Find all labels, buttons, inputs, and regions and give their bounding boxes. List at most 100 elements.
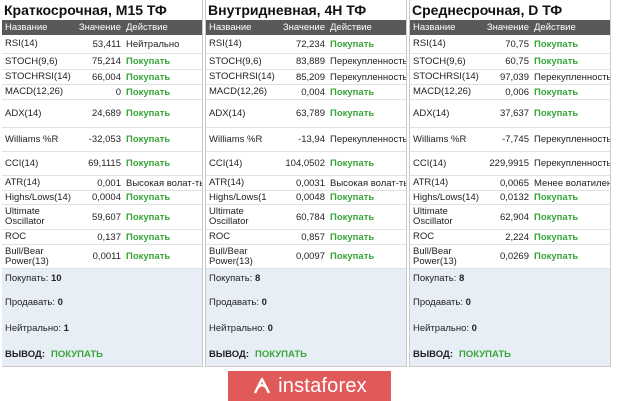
indicator-action: Покупать <box>330 38 375 50</box>
indicator-value: 0,857 <box>301 231 325 243</box>
indicator-action: Перекупленность <box>330 134 406 145</box>
indicator-name: MACD(12,26) <box>413 87 472 97</box>
summary-neutral: Нейтрально: 1 <box>5 323 69 334</box>
summary-verdict: ВЫВОД: ПОКУПАТЬ <box>209 349 307 360</box>
indicator-name: ATR(14) <box>209 178 245 188</box>
summary-buy: Покупать: 8 <box>209 273 261 284</box>
table-row: STOCH(9,6) 75,214 Покупать <box>2 54 202 70</box>
indicator-name: Highs/Lows(14) <box>5 192 71 203</box>
indicator-action: Покупать <box>126 251 171 262</box>
indicator-name: Highs/Lows(14) <box>413 192 479 203</box>
indicator-value: 60,75 <box>505 56 529 67</box>
header-value: Значение <box>486 22 529 33</box>
table-row: STOCHRSI(14) 66,004 Покупать <box>2 70 202 85</box>
indicator-value: 2,224 <box>505 231 529 243</box>
indicator-action: Покупать <box>534 211 579 223</box>
table-header: Название Значение Действие <box>410 20 610 35</box>
summary-buy: Покупать: 8 <box>413 273 465 284</box>
indicator-name: Bull/Bear Power(13) <box>5 246 49 267</box>
header-value: Значение <box>282 22 325 33</box>
indicator-name: STOCH(9,6) <box>5 56 58 67</box>
indicator-value: 62,904 <box>499 211 529 223</box>
indicator-value: 53,411 <box>92 38 121 50</box>
table-row: RSI(14) 53,411 Нейтрально <box>2 35 202 54</box>
indicator-rows: RSI(14) 70,75 Покупать STOCH(9,6) 60,75 Покуп… <box>410 35 610 269</box>
indicator-action: Перекупленность <box>330 71 406 83</box>
header-name: Название <box>209 22 252 33</box>
panel-d: Среднесрочная, D ТФ Название Значение Де… <box>409 0 611 367</box>
table-row: ATR(14) 0,0031 Высокая волат-ть <box>206 176 406 191</box>
table-row: MACD(12,26) 0,004 Покупать <box>206 85 406 100</box>
indicator-name: CCI(14) <box>5 158 39 169</box>
table-row: Highs/Lows(14) 0,0004 Покупать <box>2 191 202 205</box>
table-row: Bull/Bear Power(13) 0,0011 Покупать <box>2 245 202 269</box>
indicator-name: Ultimate Oscillator <box>413 207 453 227</box>
indicator-value: 24,689 <box>91 108 121 119</box>
indicator-name: ADX(14) <box>209 108 246 119</box>
header-value: Значение <box>78 22 121 33</box>
indicator-action: Покупать <box>330 211 375 223</box>
indicator-name: ATR(14) <box>5 178 41 188</box>
indicator-value: 0,0269 <box>499 251 529 262</box>
indicator-value: 83,889 <box>295 56 325 67</box>
indicator-value: 0,137 <box>97 231 121 243</box>
indicator-action: Покупать <box>126 56 171 67</box>
panel-title: Среднесрочная, D ТФ <box>412 2 563 18</box>
indicator-action: Покупать <box>330 108 375 119</box>
indicator-value: 63,789 <box>295 108 325 119</box>
indicator-name: Highs/Lows(1 <box>209 192 267 203</box>
indicator-value: 97,039 <box>499 71 529 83</box>
indicator-name: MACD(12,26) <box>5 87 64 97</box>
table-row: RSI(14) 70,75 Покупать <box>410 35 610 54</box>
indicator-value: 0,0132 <box>499 192 529 203</box>
table-row: Ultimate Oscillator 60,784 Покупать <box>206 205 406 230</box>
indicator-value: 0,0048 <box>295 192 325 203</box>
indicator-name: ADX(14) <box>413 108 450 119</box>
indicator-name: STOCHRSI(14) <box>5 72 71 82</box>
table-row: CCI(14) 229,9915 Перекупленность <box>410 152 610 176</box>
table-row: ROC 0,137 Покупать <box>2 230 202 245</box>
instaforex-logo[interactable]: instaforex <box>228 371 391 401</box>
indicator-name: ATR(14) <box>413 178 449 188</box>
indicator-action: Покупать <box>126 192 171 203</box>
table-row: CCI(14) 104,0502 Покупать <box>206 152 406 176</box>
indicator-value: -32,053 <box>88 134 121 145</box>
table-row: Williams %R -13,94 Перекупленность <box>206 128 406 152</box>
header-name: Название <box>5 22 48 33</box>
table-header: Название Значение Действие <box>206 20 406 35</box>
indicator-value: 0,0097 <box>295 251 325 262</box>
indicator-name: ROC <box>5 232 27 242</box>
table-row: STOCHRSI(14) 97,039 Перекупленность <box>410 70 610 85</box>
table-row: Ultimate Oscillator 62,904 Покупать <box>410 205 610 230</box>
indicator-action: Покупать <box>126 108 171 119</box>
table-row: MACD(12,26) 0,006 Покупать <box>410 85 610 100</box>
indicator-action: Покупать <box>126 211 171 223</box>
indicator-name: RSI(14) <box>209 39 242 49</box>
table-row: ADX(14) 63,789 Покупать <box>206 100 406 128</box>
table-row: Bull/Bear Power(13) 0,0269 Покупать <box>410 245 610 269</box>
indicator-value: 37,637 <box>499 108 529 119</box>
summary-neutral: Нейтрально: 0 <box>413 323 477 334</box>
panel-title: Краткосрочная, M15 ТФ <box>4 2 167 18</box>
table-row: ROC 0,857 Покупать <box>206 230 406 245</box>
panel-m15: Краткосрочная, M15 ТФ Название Значение … <box>2 0 203 367</box>
table-row: CCI(14) 69,1115 Покупать <box>2 152 202 176</box>
indicator-name: Williams %R <box>5 134 59 145</box>
indicator-action: Покупать <box>126 158 171 169</box>
indicator-name: STOCHRSI(14) <box>413 72 479 82</box>
indicator-name: STOCHRSI(14) <box>209 72 275 82</box>
indicator-value: 0,001 <box>97 177 121 189</box>
indicator-value: 59,607 <box>91 211 121 223</box>
indicator-action: Покупать <box>534 108 579 119</box>
table-row: STOCH(9,6) 83,889 Перекупленность <box>206 54 406 70</box>
indicator-name: ADX(14) <box>5 108 42 119</box>
indicator-action: Покупать <box>534 251 579 262</box>
indicator-value: 60,784 <box>295 211 325 223</box>
indicator-action: Покупать <box>534 231 579 243</box>
summary-block: Покупать: 10 Продавать: 0 Нейтрально: 1 … <box>2 269 202 367</box>
header-name: Название <box>413 22 456 33</box>
indicator-action: Покупать <box>534 192 579 203</box>
indicator-action: Покупать <box>534 86 579 98</box>
indicator-panels: Краткосрочная, M15 ТФ Название Значение … <box>2 0 618 367</box>
indicator-action: Покупать <box>126 231 171 243</box>
